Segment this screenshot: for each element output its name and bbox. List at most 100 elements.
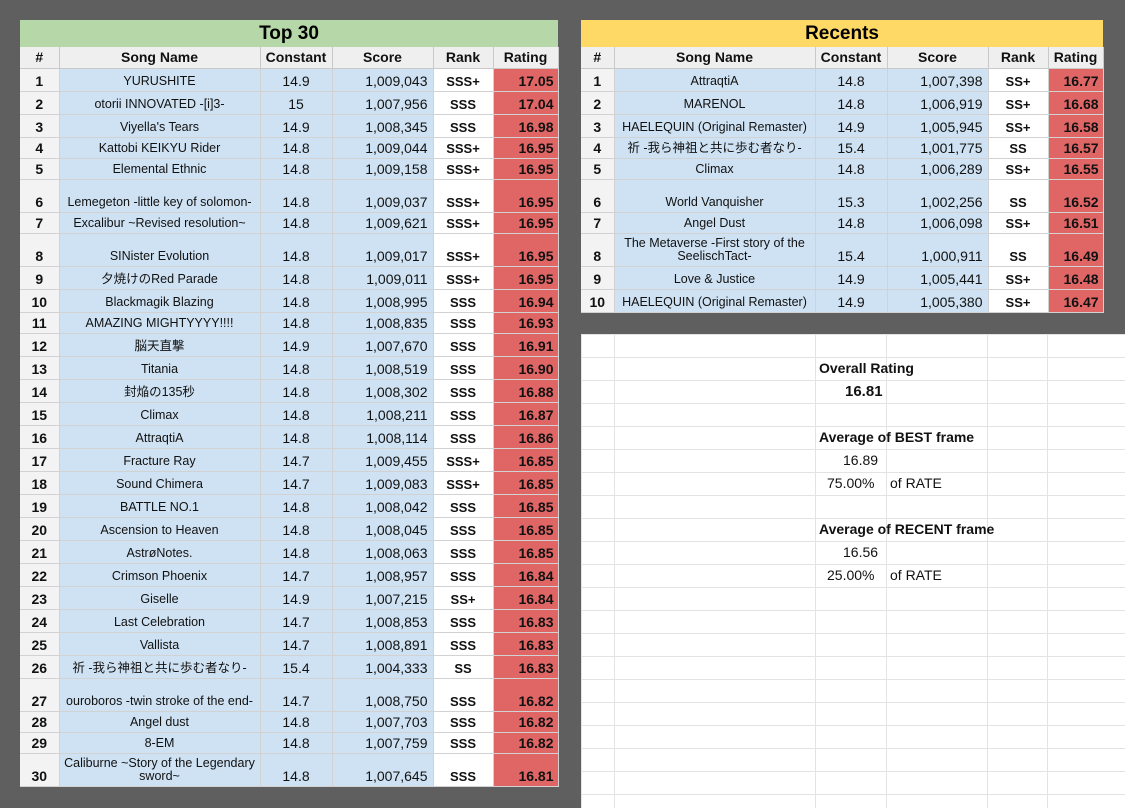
song-name-cell[interactable]: 8-EM bbox=[59, 732, 261, 754]
rating-cell[interactable]: 16.52 bbox=[1048, 179, 1104, 213]
rating-cell[interactable]: 16.85 bbox=[493, 517, 559, 541]
constant-cell[interactable]: 14.8 bbox=[260, 289, 333, 313]
rank-cell[interactable]: SSS bbox=[433, 333, 494, 357]
overall-rating-value[interactable]: 16.81 bbox=[845, 383, 883, 400]
score-cell[interactable]: 1,004,333 bbox=[332, 655, 434, 679]
constant-cell[interactable]: 15 bbox=[260, 91, 333, 115]
rating-cell[interactable]: 16.48 bbox=[1048, 266, 1104, 290]
constant-cell[interactable]: 14.8 bbox=[815, 158, 888, 180]
rating-cell[interactable]: 16.51 bbox=[1048, 212, 1104, 234]
song-name-cell[interactable]: BATTLE NO.1 bbox=[59, 494, 261, 518]
score-cell[interactable]: 1,008,891 bbox=[332, 632, 434, 656]
song-name-cell[interactable]: Last Celebration bbox=[59, 609, 261, 633]
rank-cell[interactable]: SSS+ bbox=[433, 471, 494, 495]
rank-cell[interactable]: SSS bbox=[433, 632, 494, 656]
top30-table-row[interactable]: 13 Titania 14.8 1,008,519 SSS 16.90 bbox=[20, 356, 559, 380]
constant-cell[interactable]: 14.7 bbox=[260, 678, 333, 712]
song-name-cell[interactable]: Blackmagik Blazing bbox=[59, 289, 261, 313]
constant-cell[interactable]: 14.8 bbox=[260, 137, 333, 159]
score-cell[interactable]: 1,008,045 bbox=[332, 517, 434, 541]
rank-cell[interactable]: SS+ bbox=[988, 289, 1049, 313]
rank-cell[interactable]: SSS+ bbox=[433, 212, 494, 234]
column-header-score[interactable]: Score bbox=[887, 47, 989, 69]
score-cell[interactable]: 1,008,519 bbox=[332, 356, 434, 380]
constant-cell[interactable]: 14.7 bbox=[260, 632, 333, 656]
recents-table-row[interactable]: 2 MARENOL 14.8 1,006,919 SS+ 16.68 bbox=[581, 91, 1104, 115]
song-name-cell[interactable]: Crimson Phoenix bbox=[59, 563, 261, 587]
rank-cell[interactable]: SSS bbox=[433, 732, 494, 754]
constant-cell[interactable]: 14.8 bbox=[260, 312, 333, 334]
song-name-cell[interactable]: Elemental Ethnic bbox=[59, 158, 261, 180]
row-index-cell[interactable]: 15 bbox=[20, 402, 60, 426]
rank-cell[interactable]: SSS bbox=[433, 678, 494, 712]
top30-table-row[interactable]: 23 Giselle 14.9 1,007,215 SS+ 16.84 bbox=[20, 586, 559, 610]
constant-cell[interactable]: 14.7 bbox=[260, 448, 333, 472]
constant-cell[interactable]: 14.8 bbox=[815, 91, 888, 115]
rating-cell[interactable]: 16.81 bbox=[493, 753, 559, 787]
constant-cell[interactable]: 14.8 bbox=[260, 402, 333, 426]
constant-cell[interactable]: 14.8 bbox=[260, 379, 333, 403]
rating-cell[interactable]: 16.83 bbox=[493, 632, 559, 656]
top30-table-row[interactable]: 7 Excalibur ~Revised resolution~ 14.8 1,009… bbox=[20, 212, 559, 234]
row-index-cell[interactable]: 4 bbox=[20, 137, 60, 159]
rank-cell[interactable]: SS+ bbox=[988, 266, 1049, 290]
constant-cell[interactable]: 14.9 bbox=[815, 114, 888, 138]
recents-table-row[interactable]: 8 The Metaverse -First story of the Seeli… bbox=[581, 233, 1104, 267]
constant-cell[interactable]: 14.8 bbox=[260, 266, 333, 290]
song-name-cell[interactable]: 脳天直撃 bbox=[59, 333, 261, 357]
rating-cell[interactable]: 16.86 bbox=[493, 425, 559, 449]
score-cell[interactable]: 1,001,775 bbox=[887, 137, 989, 159]
score-cell[interactable]: 1,006,098 bbox=[887, 212, 989, 234]
rank-cell[interactable]: SSS bbox=[433, 289, 494, 313]
top30-table-row[interactable]: 15 Climax 14.8 1,008,211 SSS 16.87 bbox=[20, 402, 559, 426]
row-index-cell[interactable]: 22 bbox=[20, 563, 60, 587]
rating-cell[interactable]: 16.85 bbox=[493, 540, 559, 564]
constant-cell[interactable]: 14.9 bbox=[815, 266, 888, 290]
top30-table-row[interactable]: 14 封焔の135秒 14.8 1,008,302 SSS 16.88 bbox=[20, 379, 559, 403]
constant-cell[interactable]: 14.8 bbox=[260, 356, 333, 380]
top30-table-row[interactable]: 24 Last Celebration 14.7 1,008,853 SSS 16.83 bbox=[20, 609, 559, 633]
score-cell[interactable]: 1,006,919 bbox=[887, 91, 989, 115]
column-header-index[interactable]: # bbox=[581, 47, 615, 69]
row-index-cell[interactable]: 5 bbox=[581, 158, 615, 180]
rank-cell[interactable]: SS bbox=[988, 137, 1049, 159]
rating-cell[interactable]: 16.84 bbox=[493, 563, 559, 587]
rating-cell[interactable]: 16.88 bbox=[493, 379, 559, 403]
column-header-rating[interactable]: Rating bbox=[1048, 47, 1104, 69]
summary-grid[interactable]: Overall Rating 16.81 Average of BEST fra… bbox=[581, 334, 1125, 808]
song-name-cell[interactable]: AttraqtiA bbox=[614, 68, 816, 92]
row-index-cell[interactable]: 13 bbox=[20, 356, 60, 380]
row-index-cell[interactable]: 10 bbox=[20, 289, 60, 313]
top30-table-row[interactable]: 20 Ascension to Heaven 14.8 1,008,045 SSS 16.… bbox=[20, 517, 559, 541]
constant-cell[interactable]: 14.9 bbox=[260, 333, 333, 357]
row-index-cell[interactable]: 12 bbox=[20, 333, 60, 357]
constant-cell[interactable]: 14.7 bbox=[260, 609, 333, 633]
top30-table-row[interactable]: 2 otorii INNOVATED -[i]3- 15 1,007,956 SSS 17… bbox=[20, 91, 559, 115]
score-cell[interactable]: 1,008,750 bbox=[332, 678, 434, 712]
top30-table-row[interactable]: 25 Vallista 14.7 1,008,891 SSS 16.83 bbox=[20, 632, 559, 656]
rating-cell[interactable]: 16.84 bbox=[493, 586, 559, 610]
recents-table-row[interactable]: 5 Climax 14.8 1,006,289 SS+ 16.55 bbox=[581, 158, 1104, 180]
top30-table-row[interactable]: 29 8-EM 14.8 1,007,759 SSS 16.82 bbox=[20, 732, 559, 754]
rating-cell[interactable]: 16.85 bbox=[493, 471, 559, 495]
rating-cell[interactable]: 16.77 bbox=[1048, 68, 1104, 92]
column-header-rank[interactable]: Rank bbox=[433, 47, 494, 69]
score-cell[interactable]: 1,008,995 bbox=[332, 289, 434, 313]
constant-cell[interactable]: 15.4 bbox=[260, 655, 333, 679]
song-name-cell[interactable]: AttraqtiA bbox=[59, 425, 261, 449]
song-name-cell[interactable]: Ascension to Heaven bbox=[59, 517, 261, 541]
recents-table-row[interactable]: 3 HAELEQUIN (Original Remaster) 14.9 1,005,… bbox=[581, 114, 1104, 138]
song-name-cell[interactable]: 祈 -我ら神祖と共に歩む者なり- bbox=[59, 655, 261, 679]
row-index-cell[interactable]: 2 bbox=[581, 91, 615, 115]
top30-table-row[interactable]: 22 Crimson Phoenix 14.7 1,008,957 SSS 16.84 bbox=[20, 563, 559, 587]
rating-cell[interactable]: 16.95 bbox=[493, 233, 559, 267]
song-name-cell[interactable]: Titania bbox=[59, 356, 261, 380]
top30-table-row[interactable]: 28 Angel dust 14.8 1,007,703 SSS 16.82 bbox=[20, 711, 559, 733]
recents-table-row[interactable]: 4祈 -我ら神祖と共に歩む者なり- 15.4 1,001,775 SS 16.57 bbox=[581, 137, 1104, 159]
rank-cell[interactable]: SSS bbox=[433, 563, 494, 587]
constant-cell[interactable]: 14.9 bbox=[260, 114, 333, 138]
song-name-cell[interactable]: YURUSHITE bbox=[59, 68, 261, 92]
row-index-cell[interactable]: 20 bbox=[20, 517, 60, 541]
row-index-cell[interactable]: 9 bbox=[581, 266, 615, 290]
song-name-cell[interactable]: Angel Dust bbox=[614, 212, 816, 234]
